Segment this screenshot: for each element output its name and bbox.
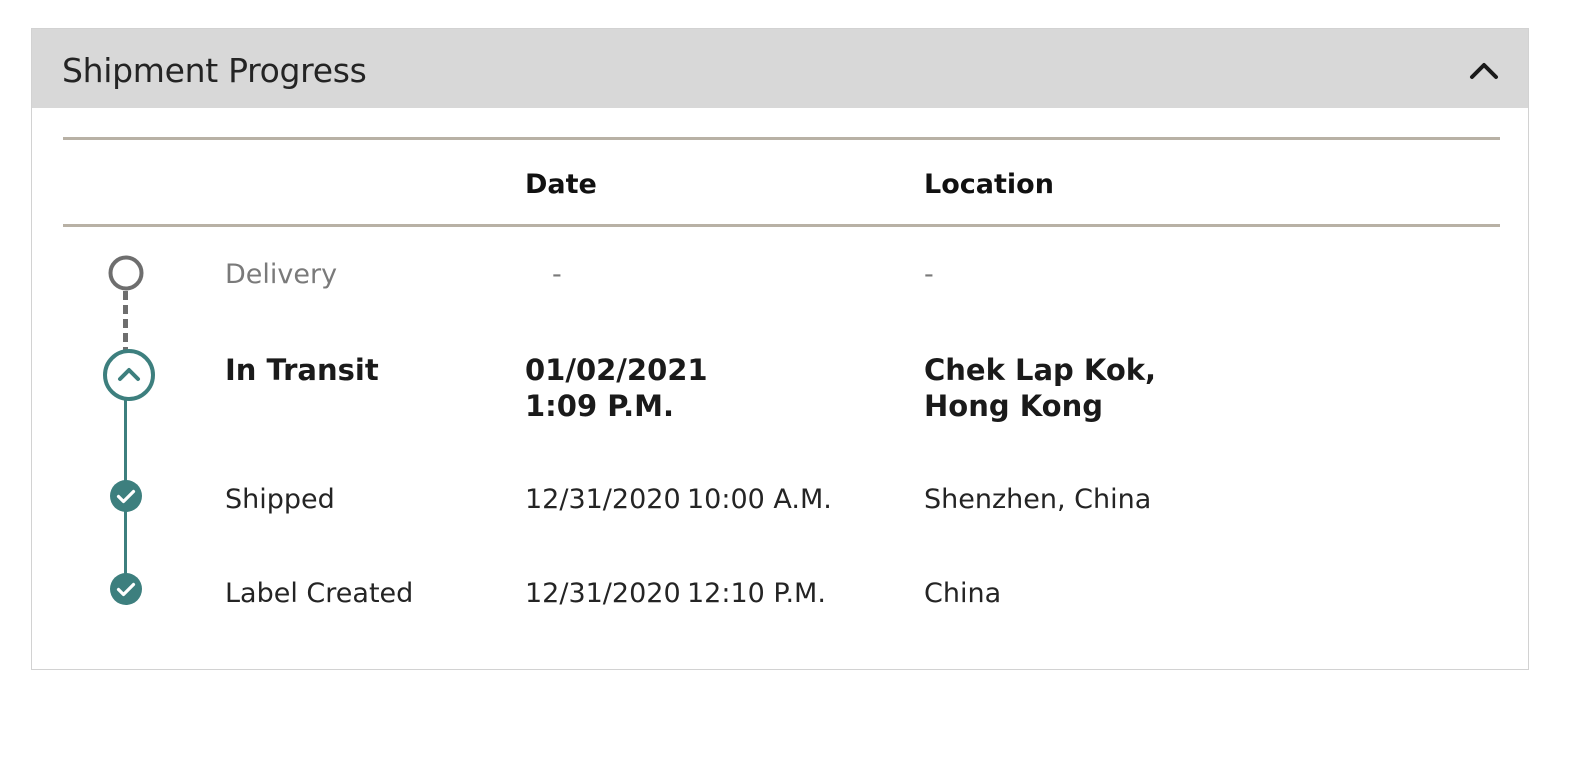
location-value: Shenzhen, China — [924, 484, 1152, 515]
status-label: In Transit — [225, 353, 379, 387]
status-label: Shipped — [225, 484, 335, 515]
table-header-rule — [63, 224, 1500, 227]
date-value: 01/02/2021 — [525, 353, 708, 387]
panel-header[interactable]: Shipment Progress — [32, 29, 1528, 108]
empty-circle-icon — [108, 255, 144, 291]
chevron-up-circle-icon — [103, 349, 155, 401]
shipment-progress-panel: Shipment Progress Date Location Delivery… — [31, 28, 1529, 670]
location-value: Chek Lap Kok, — [924, 353, 1157, 387]
status-label: Delivery — [225, 259, 338, 290]
time-value: 10:00 A.M. — [687, 484, 832, 515]
date-column-header: Date — [525, 169, 597, 200]
location-value: China — [924, 578, 1002, 609]
check-circle-icon — [110, 573, 142, 605]
location-column-header: Location — [924, 169, 1054, 200]
panel-title: Shipment Progress — [62, 51, 367, 90]
table-top-rule — [63, 137, 1500, 140]
date-value: 12/31/2020 — [525, 484, 681, 515]
check-circle-icon — [110, 480, 142, 512]
date-value: - — [552, 259, 562, 290]
timeline-pending-connector — [123, 291, 128, 351]
date-value: 12/31/2020 — [525, 578, 681, 609]
chevron-up-icon — [1470, 63, 1498, 79]
status-label: Label Created — [225, 578, 414, 609]
time-value: 1:09 P.M. — [525, 389, 675, 423]
collapse-button[interactable] — [1464, 51, 1504, 87]
time-value: 12:10 P.M. — [687, 578, 826, 609]
location-value-line2: Hong Kong — [924, 389, 1103, 423]
location-value: - — [924, 259, 934, 290]
